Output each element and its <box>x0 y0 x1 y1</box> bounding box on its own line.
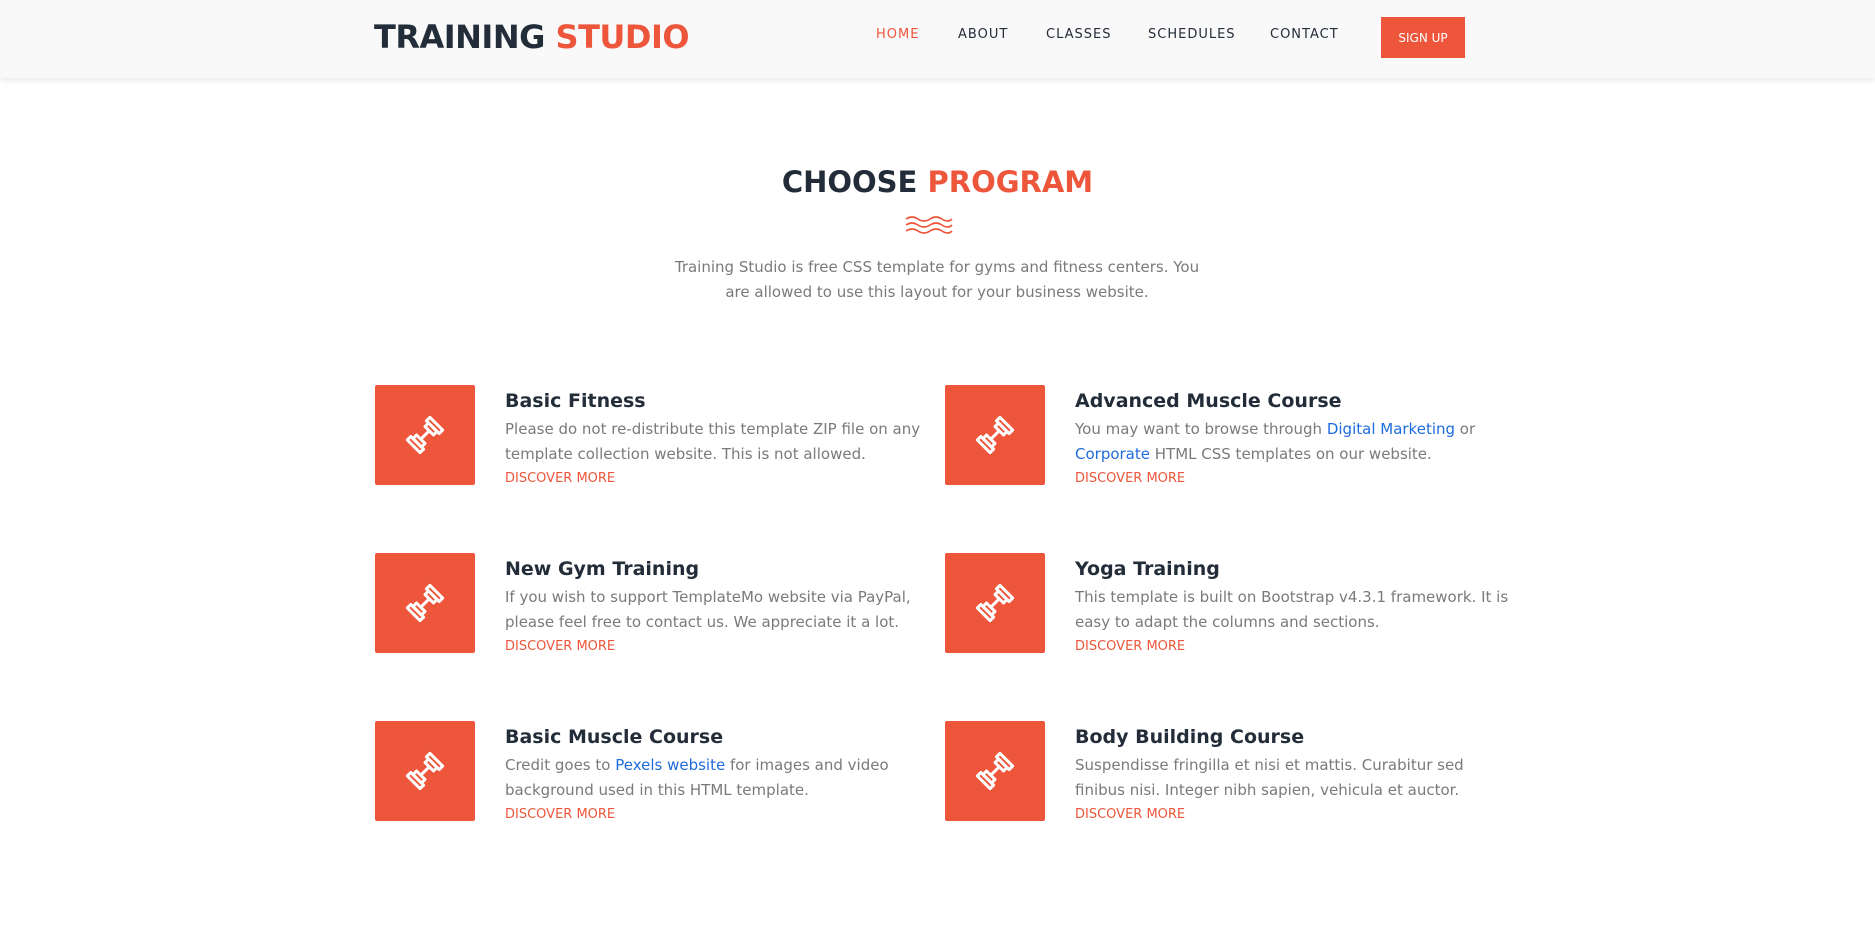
program-description: This template is built on Bootstrap v4.3… <box>1075 585 1515 635</box>
program-title: New Gym Training <box>505 558 700 580</box>
nav-contact[interactable]: CONTACT <box>1270 27 1339 42</box>
program-desc-link[interactable]: Pexels website <box>615 756 725 774</box>
program-desc-link[interactable]: Corporate <box>1075 445 1150 463</box>
program-description: If you wish to support TemplateMo websit… <box>505 585 945 635</box>
program-icon-box[interactable] <box>945 553 1045 653</box>
program-description: Please do not re-distribute this templat… <box>505 417 945 467</box>
program-desc-text: You may want to browse through <box>1075 420 1327 438</box>
program-description: You may want to browse through Digital M… <box>1075 417 1515 467</box>
program-item-3: New Gym Training If you wish to support … <box>375 553 935 663</box>
logo[interactable]: TRAINING STUDIO <box>374 17 690 57</box>
program-desc-text: HTML CSS templates on our website. <box>1150 445 1432 463</box>
signup-button[interactable]: SIGN UP <box>1381 17 1465 58</box>
program-icon-box[interactable] <box>375 385 475 485</box>
program-title: Advanced Muscle Course <box>1075 390 1342 412</box>
section-description: Training Studio is free CSS template for… <box>674 258 1200 301</box>
discover-more-link[interactable]: DISCOVER MORE <box>505 471 615 486</box>
discover-more-link[interactable]: DISCOVER MORE <box>1075 471 1185 486</box>
dumbbell-icon <box>405 583 445 623</box>
section-title: CHOOSE PROGRAM <box>0 160 1875 204</box>
program-description: Suspendisse fringilla et nisi et mattis.… <box>1075 753 1515 803</box>
program-desc-text: If you wish to support TemplateMo websit… <box>505 588 911 631</box>
program-title: Body Building Course <box>1075 726 1305 748</box>
program-icon-box[interactable] <box>375 553 475 653</box>
discover-more-link[interactable]: DISCOVER MORE <box>505 639 615 654</box>
program-icon-box[interactable] <box>945 721 1045 821</box>
dumbbell-icon <box>405 751 445 791</box>
nav-about[interactable]: ABOUT <box>958 27 1008 42</box>
program-item-5: Basic Muscle Course Credit goes to Pexel… <box>375 721 935 831</box>
program-item-2: Advanced Muscle Course You may want to b… <box>945 385 1505 495</box>
discover-more-link[interactable]: DISCOVER MORE <box>1075 807 1185 822</box>
program-title: Yoga Training <box>1075 558 1220 580</box>
program-item-6: Body Building Course Suspendisse fringil… <box>945 721 1505 831</box>
header: TRAINING STUDIO HOME ABOUT CLASSES SCHED… <box>0 0 1875 78</box>
logo-main: TRAINING <box>374 18 545 56</box>
nav-schedules[interactable]: SCHEDULES <box>1148 27 1236 42</box>
program-title: Basic Muscle Course <box>505 726 724 748</box>
nav-classes[interactable]: CLASSES <box>1046 27 1111 42</box>
program-title: Basic Fitness <box>505 390 646 412</box>
program-icon-box[interactable] <box>375 721 475 821</box>
dumbbell-icon <box>975 583 1015 623</box>
program-desc-text: or <box>1455 420 1476 438</box>
dumbbell-icon <box>405 415 445 455</box>
logo-accent: STUDIO <box>555 18 690 56</box>
program-icon-box[interactable] <box>945 385 1045 485</box>
wave-divider-icon <box>905 216 953 234</box>
program-desc-text: This template is built on Bootstrap v4.3… <box>1075 588 1509 631</box>
program-desc-text: Credit goes to <box>505 756 616 774</box>
section-title-accent: PROGRAM <box>927 165 1094 199</box>
nav-home[interactable]: HOME <box>876 27 919 42</box>
section-title-main: CHOOSE <box>781 165 918 199</box>
discover-more-link[interactable]: DISCOVER MORE <box>1075 639 1185 654</box>
program-desc-text: Please do not re-distribute this templat… <box>505 420 921 463</box>
program-item-1: Basic Fitness Please do not re-distribut… <box>375 385 935 495</box>
dumbbell-icon <box>975 751 1015 791</box>
program-description: Credit goes to Pexels website for images… <box>505 753 945 803</box>
dumbbell-icon <box>975 415 1015 455</box>
discover-more-link[interactable]: DISCOVER MORE <box>505 807 615 822</box>
program-desc-text: Suspendisse fringilla et nisi et mattis.… <box>1075 756 1464 799</box>
program-item-4: Yoga Training This template is built on … <box>945 553 1508 663</box>
program-desc-link[interactable]: Digital Marketing <box>1327 420 1455 438</box>
